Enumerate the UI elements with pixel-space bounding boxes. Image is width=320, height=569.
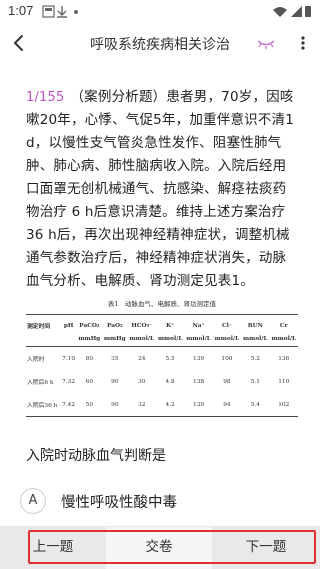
table-unit: mmol/L xyxy=(127,333,156,347)
table-unit: mmHg xyxy=(76,333,103,347)
table-row: 入院后36 h 7.42 50 90 32 4.2 139 94 5.4 102 xyxy=(26,393,298,417)
previous-question-button[interactable]: 上一题 xyxy=(0,527,106,569)
table-unit: mmol/L xyxy=(269,333,298,347)
table-cell: 80 xyxy=(85,355,94,362)
wifi-battery-icons xyxy=(273,6,311,17)
question-paragraph: 1/155 （案例分析题）患者男，70岁，因咳嗽20年，心悸、气促5年，加重伴意识… xyxy=(26,86,298,293)
status-time: 1:07 xyxy=(8,3,34,18)
table-cell: 入院后6 h xyxy=(27,380,54,386)
table-cell: 94 xyxy=(212,393,242,417)
table-row: 入院后6 h 7.32 60 90 30 4.8 138 98 5.1 110 xyxy=(26,370,298,393)
table-cell: 136 xyxy=(278,355,290,362)
option-a[interactable]: A 慢性呼吸性酸中毒 xyxy=(20,486,300,516)
table-cell: 24 xyxy=(138,355,146,362)
table-row: 入院时 7.10 80 35 24 5.5 139 100 5.2 136 xyxy=(26,347,298,371)
more-vertical-icon xyxy=(301,36,305,50)
table-unit: mmHg xyxy=(102,333,128,347)
status-notification-icons xyxy=(42,4,82,23)
more-options-button[interactable] xyxy=(300,34,306,52)
table-unit xyxy=(26,333,61,347)
lab-results-table: 表1 动脉血气、电解质、肾功测定值 测定时间 pH PaCO₂ PaO₂ HCO… xyxy=(26,298,298,417)
bottom-navigation-bar: 上一题 交卷 下一题 xyxy=(0,526,320,569)
table-header: Cl⁻ xyxy=(212,314,242,333)
table-cell: 35 xyxy=(111,355,119,362)
table-cell: 60 xyxy=(85,378,94,385)
table-unit: mmol/L xyxy=(241,333,270,347)
table-header: HCO₃⁻ xyxy=(127,314,156,333)
table-cell: 5.2 xyxy=(250,355,260,362)
table-cell: 入院后36 h xyxy=(26,393,61,417)
table-header: Cr xyxy=(269,314,298,333)
table-unit: mmol/L xyxy=(155,333,185,347)
lab-table: 测定时间 pH PaCO₂ PaO₂ HCO₃⁻ K⁺ Na⁺ Cl⁻ BUN … xyxy=(26,314,298,417)
table-unit: mmol/L xyxy=(212,333,242,347)
notification-icons xyxy=(42,5,78,18)
table-cell: 7.42 xyxy=(60,393,77,417)
table-cell: 30 xyxy=(138,378,146,385)
question-text: （案例分析题）患者男，70岁，因咳嗽20年，心悸、气促5年，加重伴意识不清1 d… xyxy=(26,89,295,289)
table-cell: 139 xyxy=(193,355,205,362)
table-header: Na⁺ xyxy=(184,314,213,333)
table-cell: 4.2 xyxy=(155,393,185,417)
table-cell: 50 xyxy=(76,393,103,417)
eye-closed-icon xyxy=(257,40,275,49)
status-system-icons xyxy=(272,4,312,23)
question-stem: 1/155 （案例分析题）患者男，70岁，因咳嗽20年，心悸、气促5年，加重伴意识… xyxy=(26,86,298,293)
table-cell: 100 xyxy=(221,355,233,362)
status-bar: 1:07 xyxy=(0,0,320,24)
table-cell: 102 xyxy=(269,393,298,417)
table-cell: 入院时 xyxy=(27,357,45,363)
option-letter: A xyxy=(20,488,46,514)
table-cell: 4.8 xyxy=(165,378,175,385)
table-cell: 139 xyxy=(184,393,213,417)
table-cell: 7.10 xyxy=(62,355,76,362)
question-index: 1/155 xyxy=(26,90,65,105)
eye-toggle-button[interactable] xyxy=(256,36,276,50)
table-header: K⁺ xyxy=(155,314,185,333)
table-header: 测定时间 xyxy=(26,314,61,333)
table-caption: 表1 动脉血气、电解质、肾功测定值 xyxy=(107,300,217,308)
next-question-button[interactable]: 下一题 xyxy=(212,527,320,569)
table-header: pH xyxy=(60,314,77,333)
option-text: 慢性呼吸性酸中毒 xyxy=(61,495,177,511)
submit-exam-button[interactable]: 交卷 xyxy=(106,527,212,569)
table-cell: 90 xyxy=(111,378,119,385)
table-cell: 110 xyxy=(278,378,290,385)
table-cell: 138 xyxy=(193,378,205,385)
table-cell: 7.32 xyxy=(62,378,76,385)
table-unit: mmol/L xyxy=(184,333,213,347)
table-header: PaCO₂ xyxy=(76,314,103,333)
table-cell: 32 xyxy=(127,393,156,417)
sub-question-text: 入院时动脉血气判断是 xyxy=(26,448,166,464)
table-header: BUN xyxy=(241,314,270,333)
table-cell: 5.5 xyxy=(165,355,175,362)
app-bar: 呼吸系统疾病相关诊治 xyxy=(0,24,320,64)
table-header: PaO₂ xyxy=(102,314,128,333)
table-unit xyxy=(60,333,77,347)
table-cell: 90 xyxy=(102,393,128,417)
table-cell: 98 xyxy=(223,378,231,385)
table-cell: 5.4 xyxy=(241,393,270,417)
table-cell: 5.1 xyxy=(250,378,260,385)
